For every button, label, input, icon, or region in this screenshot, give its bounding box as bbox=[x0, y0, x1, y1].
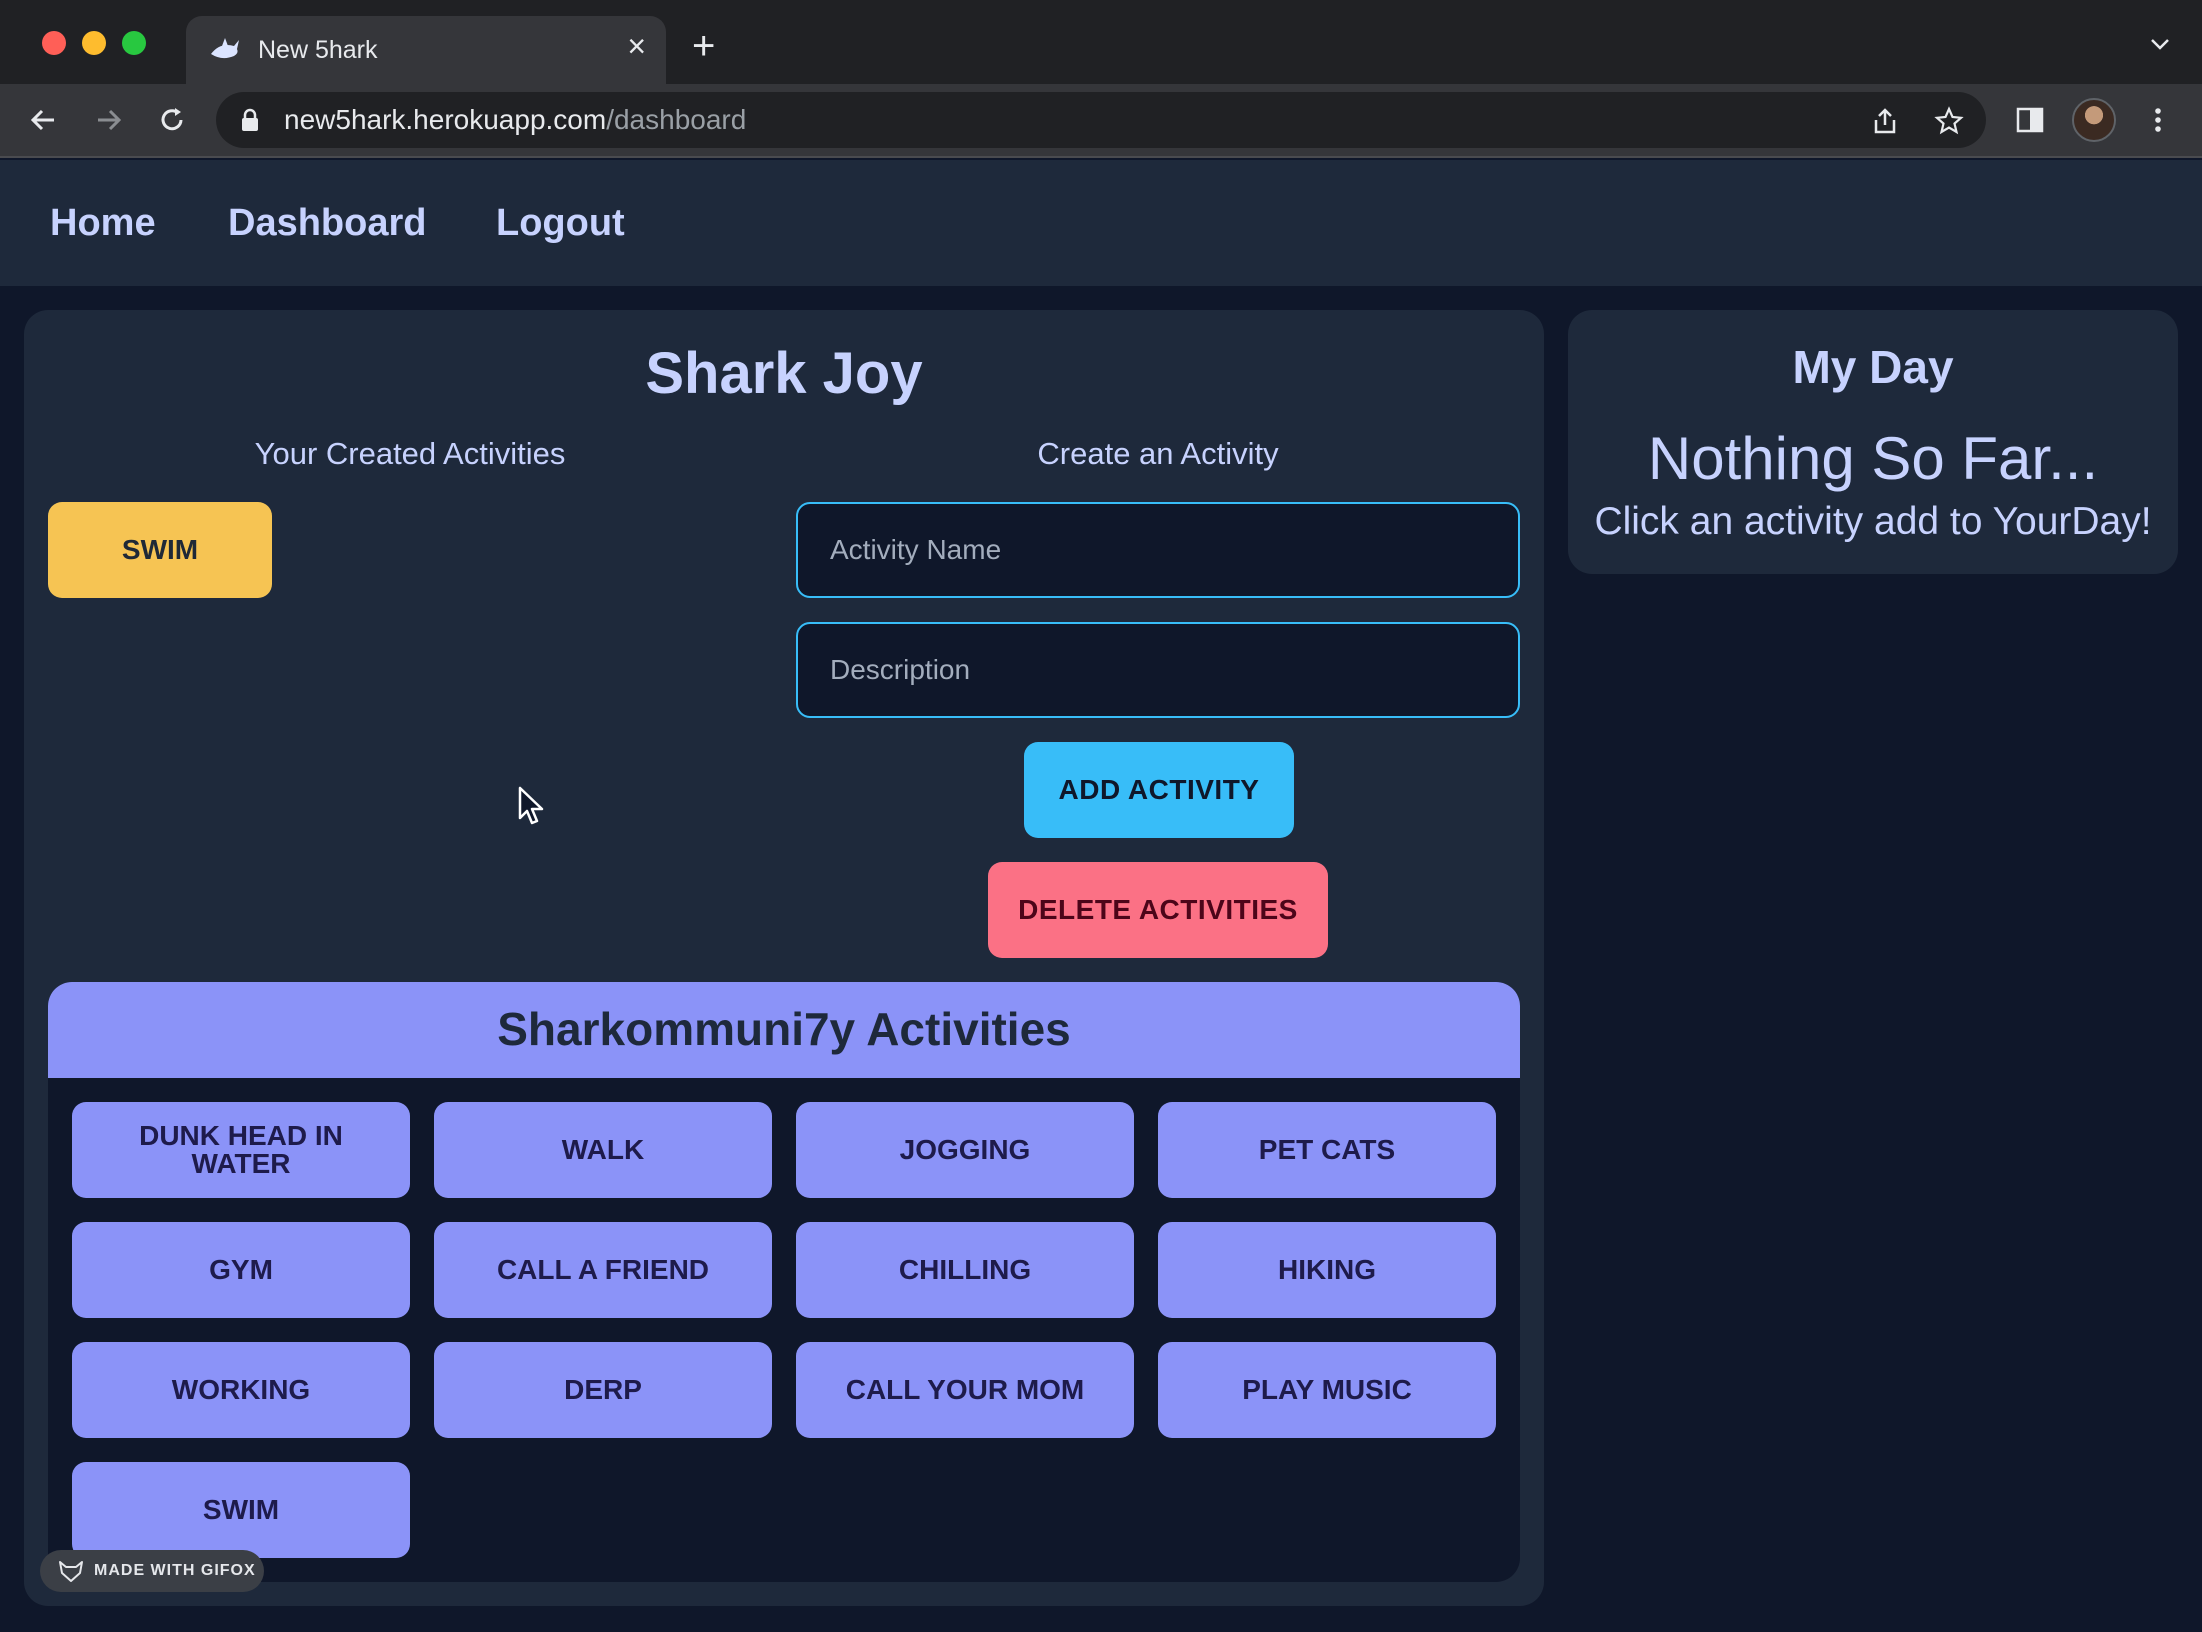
fox-logo-icon bbox=[59, 1561, 83, 1582]
browser-toolbar: new5hark.herokuapp.com/dashboard bbox=[0, 84, 2202, 158]
address-bar[interactable]: new5hark.herokuapp.com/dashboard bbox=[216, 92, 1986, 148]
close-window-button[interactable] bbox=[42, 31, 66, 55]
add-activity-button[interactable]: ADD ACTIVITY bbox=[1024, 742, 1294, 838]
chevron-down-icon[interactable] bbox=[2148, 32, 2172, 56]
browser-tab-strip: New 5hark × + bbox=[0, 0, 2202, 84]
watermark-text: MADE WITH GIFOX bbox=[94, 1562, 256, 1579]
forward-arrow-icon[interactable] bbox=[90, 102, 126, 138]
back-arrow-icon[interactable] bbox=[26, 102, 62, 138]
community-activities-panel: Sharkommuni7y Activities DUNK HEAD IN WA… bbox=[48, 982, 1520, 1582]
community-activity-button[interactable]: GYM bbox=[72, 1222, 410, 1318]
lock-icon bbox=[242, 108, 258, 131]
community-activity-button[interactable]: CHILLING bbox=[796, 1222, 1134, 1318]
tab-title: New 5hark bbox=[258, 36, 378, 64]
my-day-hint: Click an activity add to YourDay! bbox=[1594, 500, 2152, 543]
side-panel-icon[interactable] bbox=[2014, 104, 2046, 136]
nav-dashboard-link[interactable]: Dashboard bbox=[228, 202, 426, 245]
community-activity-button[interactable]: PET CATS bbox=[1158, 1102, 1496, 1198]
my-day-title: My Day bbox=[1792, 341, 1954, 393]
delete-activities-button[interactable]: DELETE ACTIVITIES bbox=[988, 862, 1328, 958]
profile-avatar[interactable] bbox=[2072, 98, 2116, 142]
url-path: /dashboard bbox=[606, 104, 747, 135]
url-text: new5hark.herokuapp.com/dashboard bbox=[284, 104, 746, 136]
community-title: Sharkommuni7y Activities bbox=[497, 1003, 1071, 1055]
share-icon[interactable] bbox=[1870, 106, 1900, 136]
community-header: Sharkommuni7y Activities bbox=[48, 982, 1520, 1078]
my-day-card: My Day Nothing So Far... Click an activi… bbox=[1568, 310, 2178, 574]
mouse-cursor-icon bbox=[518, 786, 544, 825]
community-activity-button[interactable]: CALL A FRIEND bbox=[434, 1222, 772, 1318]
url-host: new5hark.herokuapp.com bbox=[284, 104, 607, 135]
maximize-window-button[interactable] bbox=[122, 31, 146, 55]
nav-logout-link[interactable]: Logout bbox=[496, 202, 625, 245]
community-activity-button[interactable]: DUNK HEAD IN WATER bbox=[72, 1102, 410, 1198]
created-activity-button[interactable]: SWIM bbox=[48, 502, 272, 598]
tab-close-icon[interactable]: × bbox=[627, 30, 646, 62]
minimize-window-button[interactable] bbox=[82, 31, 106, 55]
community-activity-button[interactable]: SWIM bbox=[72, 1462, 410, 1558]
community-activity-button[interactable]: JOGGING bbox=[796, 1102, 1134, 1198]
shark-favicon-icon bbox=[211, 38, 239, 59]
gifox-watermark: MADE WITH GIFOX bbox=[40, 1550, 264, 1592]
community-activity-button[interactable]: HIKING bbox=[1158, 1222, 1496, 1318]
new-tab-icon[interactable]: + bbox=[692, 26, 715, 66]
created-activities-title: Your Created Activities bbox=[254, 436, 566, 471]
description-input[interactable] bbox=[796, 622, 1520, 718]
dashboard-main-card: Shark Joy Your Created Activities Create… bbox=[24, 310, 1544, 1606]
create-activity-title: Create an Activity bbox=[1037, 436, 1279, 471]
browser-tab[interactable]: New 5hark × bbox=[186, 16, 666, 84]
app-navbar: Home Dashboard Logout bbox=[0, 160, 2202, 286]
community-activity-button[interactable]: PLAY MUSIC bbox=[1158, 1342, 1496, 1438]
reload-icon[interactable] bbox=[154, 102, 190, 138]
activity-name-input[interactable] bbox=[796, 502, 1520, 598]
bookmark-star-icon[interactable] bbox=[1934, 106, 1964, 136]
community-activity-button[interactable]: WORKING bbox=[72, 1342, 410, 1438]
more-options-icon[interactable] bbox=[2142, 104, 2174, 136]
community-activity-button[interactable]: WALK bbox=[434, 1102, 772, 1198]
nav-home-link[interactable]: Home bbox=[50, 202, 156, 245]
my-day-empty-text: Nothing So Far... bbox=[1647, 425, 2099, 492]
community-activity-button[interactable]: CALL YOUR MOM bbox=[796, 1342, 1134, 1438]
page-title: Shark Joy bbox=[645, 341, 923, 406]
community-activity-button[interactable]: DERP bbox=[434, 1342, 772, 1438]
